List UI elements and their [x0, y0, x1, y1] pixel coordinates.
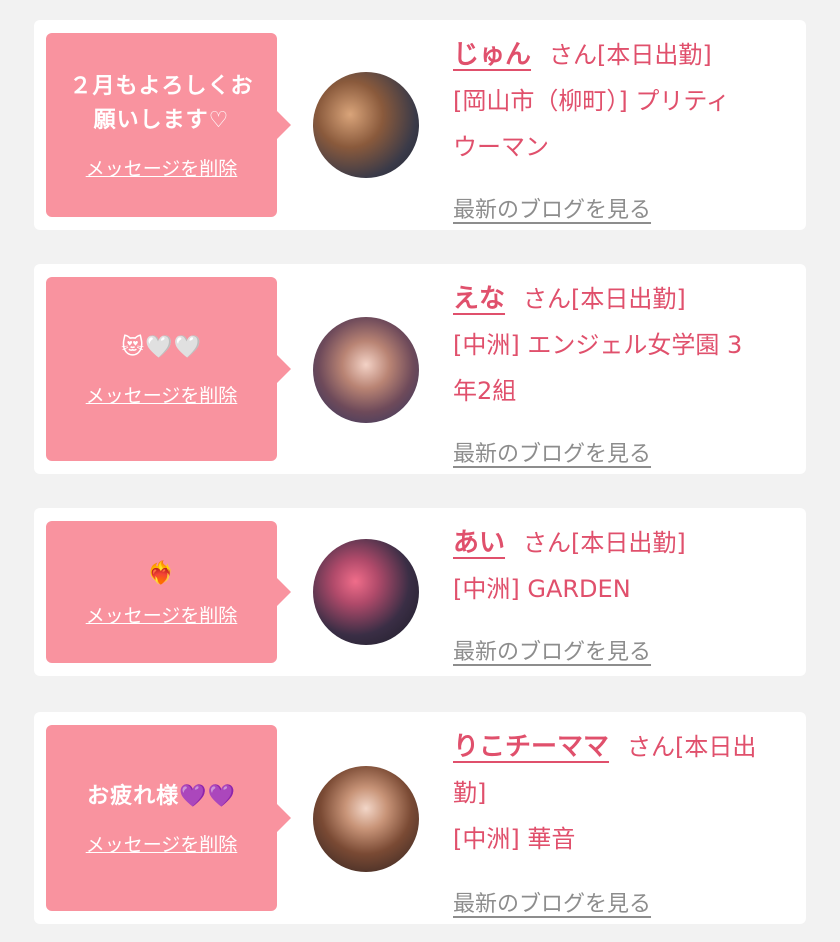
cast-info: えな さん[本日出勤] [中洲] エンジェル女学園 3 年2組 最新のブログを見る [453, 276, 793, 467]
message-text: ２月もよろしくお願いします♡ [69, 73, 254, 133]
cast-name-link[interactable]: えな [453, 284, 505, 314]
shop-name: [岡山市（柳町）] プリティ [453, 87, 730, 115]
attendance-text-cont: 勤] [453, 779, 487, 807]
message-card: ❤️‍🔥 メッセージを削除 あい さん[本日出勤] [中洲] GARDEN 最新の… [34, 508, 806, 676]
message-list: ２月もよろしくお願いします♡ メッセージを削除 じゅん さん[本日出勤] [岡山市… [0, 0, 840, 942]
delete-message-link[interactable]: メッセージを削除 [86, 830, 238, 857]
message-bubble: 😻🤍🤍 メッセージを削除 [46, 277, 291, 461]
avatar[interactable] [313, 317, 419, 423]
shop-name-cont: 年2組 [453, 377, 517, 405]
delete-message-link[interactable]: メッセージを削除 [86, 601, 238, 628]
latest-blog-link[interactable]: 最新のブログを見る [453, 192, 651, 224]
cast-info: あい さん[本日出勤] [中洲] GARDEN 最新のブログを見る [453, 520, 793, 665]
latest-blog-link[interactable]: 最新のブログを見る [453, 886, 651, 918]
avatar[interactable] [313, 72, 419, 178]
attendance-text: さん[本日出勤] [523, 285, 686, 313]
message-card: ２月もよろしくお願いします♡ メッセージを削除 じゅん さん[本日出勤] [岡山市… [34, 20, 806, 230]
message-bubble: ❤️‍🔥 メッセージを削除 [46, 521, 291, 663]
message-text: 😻🤍🤍 [121, 334, 202, 360]
message-card: 😻🤍🤍 メッセージを削除 えな さん[本日出勤] [中洲] エンジェル女学園 3 … [34, 264, 806, 474]
avatar[interactable] [313, 766, 419, 872]
name-line: じゅん さん[本日出勤] [453, 32, 793, 78]
message-bubble: ２月もよろしくお願いします♡ メッセージを削除 [46, 33, 291, 217]
cast-name-link[interactable]: あい [453, 528, 505, 558]
shop-name: [中洲] エンジェル女学園 3 [453, 331, 743, 359]
name-line: えな さん[本日出勤] [453, 276, 793, 322]
cast-name-link[interactable]: りこチーママ [453, 732, 609, 762]
attendance-text: さん[本日出 [627, 733, 757, 761]
name-line: あい さん[本日出勤] [453, 520, 793, 566]
name-line: りこチーママ さん[本日出 [453, 724, 793, 770]
latest-blog-link[interactable]: 最新のブログを見る [453, 436, 651, 468]
cast-info: じゅん さん[本日出勤] [岡山市（柳町）] プリティ ウーマン 最新のブログを見… [453, 32, 793, 223]
delete-message-link[interactable]: メッセージを削除 [86, 154, 238, 181]
message-text: お疲れ様💜💜 [87, 783, 236, 809]
shop-name: [中洲] 華音 [453, 825, 576, 853]
latest-blog-link[interactable]: 最新のブログを見る [453, 634, 651, 666]
delete-message-link[interactable]: メッセージを削除 [86, 381, 238, 408]
cast-name-link[interactable]: じゅん [453, 40, 531, 70]
attendance-text: さん[本日出勤] [549, 41, 712, 69]
avatar[interactable] [313, 539, 419, 645]
attendance-text: さん[本日出勤] [523, 529, 686, 557]
message-text: ❤️‍🔥 [147, 560, 176, 586]
shop-name: [中洲] GARDEN [453, 575, 631, 603]
cast-info: りこチーママ さん[本日出 勤] [中洲] 華音 最新のブログを見る [453, 724, 793, 917]
message-bubble: お疲れ様💜💜 メッセージを削除 [46, 725, 291, 911]
shop-name-cont: ウーマン [453, 133, 549, 161]
message-card: お疲れ様💜💜 メッセージを削除 りこチーママ さん[本日出 勤] [中洲] 華音 … [34, 712, 806, 924]
